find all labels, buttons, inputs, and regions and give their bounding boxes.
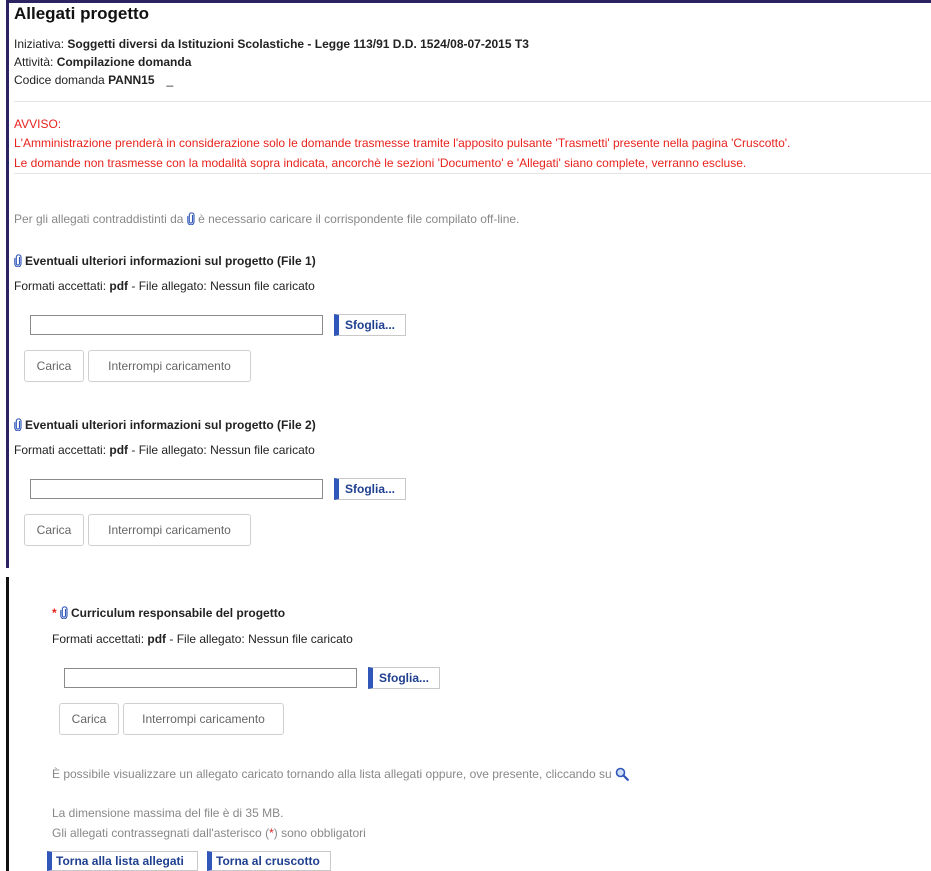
view-note-text: È possibile visualizzare un allegato car… (52, 767, 612, 781)
upload-button-curriculum[interactable]: Carica (59, 703, 119, 735)
file-status: - File allegato: Nessun file caricato (128, 443, 315, 457)
upload-button-file-2[interactable]: Carica (24, 514, 84, 546)
magnifier-icon[interactable] (615, 767, 629, 781)
back-to-list-button[interactable]: Torna alla lista allegati (47, 851, 198, 871)
required-asterisk: * (52, 606, 57, 620)
section-title-text: Eventuali ulteriori informazioni sul pro… (25, 418, 316, 432)
paperclip-icon (60, 606, 68, 619)
formats-line-curriculum: Formati accettati: pdf - File allegato: … (52, 632, 353, 646)
abort-upload-button-curriculum[interactable]: Interrompi caricamento (123, 703, 284, 735)
activity-line: Attività: Compilazione domanda (14, 55, 191, 69)
view-attachment-note: È possibile visualizzare un allegato car… (52, 767, 629, 781)
section-title-text: Curriculum responsabile del progetto (71, 606, 286, 620)
code-line: Codice domanda PANN15 _ (14, 73, 173, 87)
browse-button-curriculum[interactable]: Sfoglia... (368, 667, 440, 689)
code-suffix: _ (166, 73, 174, 87)
abort-upload-button-file-1[interactable]: Interrompi caricamento (88, 350, 251, 382)
section-title-file-2: Eventuali ulteriori informazioni sul pro… (14, 418, 316, 432)
intro-after: è necessario caricare il corrispondente … (194, 212, 520, 226)
warning-line-1: L'Amministrazione prenderà in consideraz… (14, 136, 791, 150)
divider (14, 173, 931, 174)
file-path-input-file-2[interactable] (30, 479, 323, 499)
warning-line-2: Le domande non trasmesse con la modalità… (14, 156, 747, 170)
initiative-value: Soggetti diversi da Istituzioni Scolasti… (67, 37, 529, 51)
required-after: ) sono obbligatori (273, 826, 366, 840)
page-title: Allegati progetto (14, 4, 150, 23)
back-to-dashboard-button[interactable]: Torna al cruscotto (207, 851, 331, 871)
formats-label: Formati accettati: (52, 632, 148, 646)
formats-label: Formati accettati: (14, 443, 110, 457)
file-path-input-curriculum[interactable] (64, 668, 357, 688)
formats-value: pdf (147, 632, 167, 646)
code-value: PANN15 (108, 73, 155, 87)
section-title-file-1: Eventuali ulteriori informazioni sul pro… (14, 254, 316, 268)
paperclip-icon (187, 212, 195, 226)
required-before: Gli allegati contrassegnati dall'asteris… (52, 826, 270, 840)
divider (14, 101, 931, 102)
abort-upload-button-file-2[interactable]: Interrompi caricamento (88, 514, 251, 546)
paperclip-icon (14, 418, 22, 431)
file-status: - File allegato: Nessun file caricato (166, 632, 353, 646)
max-size-note: La dimensione massima del file è di 35 M… (52, 806, 284, 820)
upload-button-file-1[interactable]: Carica (24, 350, 84, 382)
section-title-curriculum: * Curriculum responsabile del progetto (52, 606, 285, 620)
intro-text: Per gli allegati contraddistinti da è ne… (14, 212, 519, 226)
intro-before: Per gli allegati contraddistinti da (14, 212, 187, 226)
file-status: - File allegato: Nessun file caricato (128, 279, 315, 293)
section-title-text: Eventuali ulteriori informazioni sul pro… (25, 254, 316, 268)
formats-value: pdf (109, 279, 129, 293)
initiative-label: Iniziativa: (14, 37, 68, 51)
formats-line-file-1: Formati accettati: pdf - File allegato: … (14, 279, 315, 293)
paperclip-icon (14, 254, 22, 267)
bottom-panel-frame (6, 577, 9, 871)
activity-value: Compilazione domanda (56, 55, 192, 69)
activity-label: Attività: (14, 55, 57, 69)
warning-heading: AVVISO: (14, 117, 62, 131)
browse-button-file-2[interactable]: Sfoglia... (334, 478, 406, 500)
file-path-input-file-1[interactable] (30, 315, 323, 335)
initiative-line: Iniziativa: Soggetti diversi da Istituzi… (14, 37, 529, 51)
formats-value: pdf (109, 443, 129, 457)
formats-line-file-2: Formati accettati: pdf - File allegato: … (14, 443, 315, 457)
formats-label: Formati accettati: (14, 279, 110, 293)
browse-button-file-1[interactable]: Sfoglia... (334, 314, 406, 336)
required-note: Gli allegati contrassegnati dall'asteris… (52, 826, 366, 840)
code-label: Codice domanda (14, 73, 109, 87)
